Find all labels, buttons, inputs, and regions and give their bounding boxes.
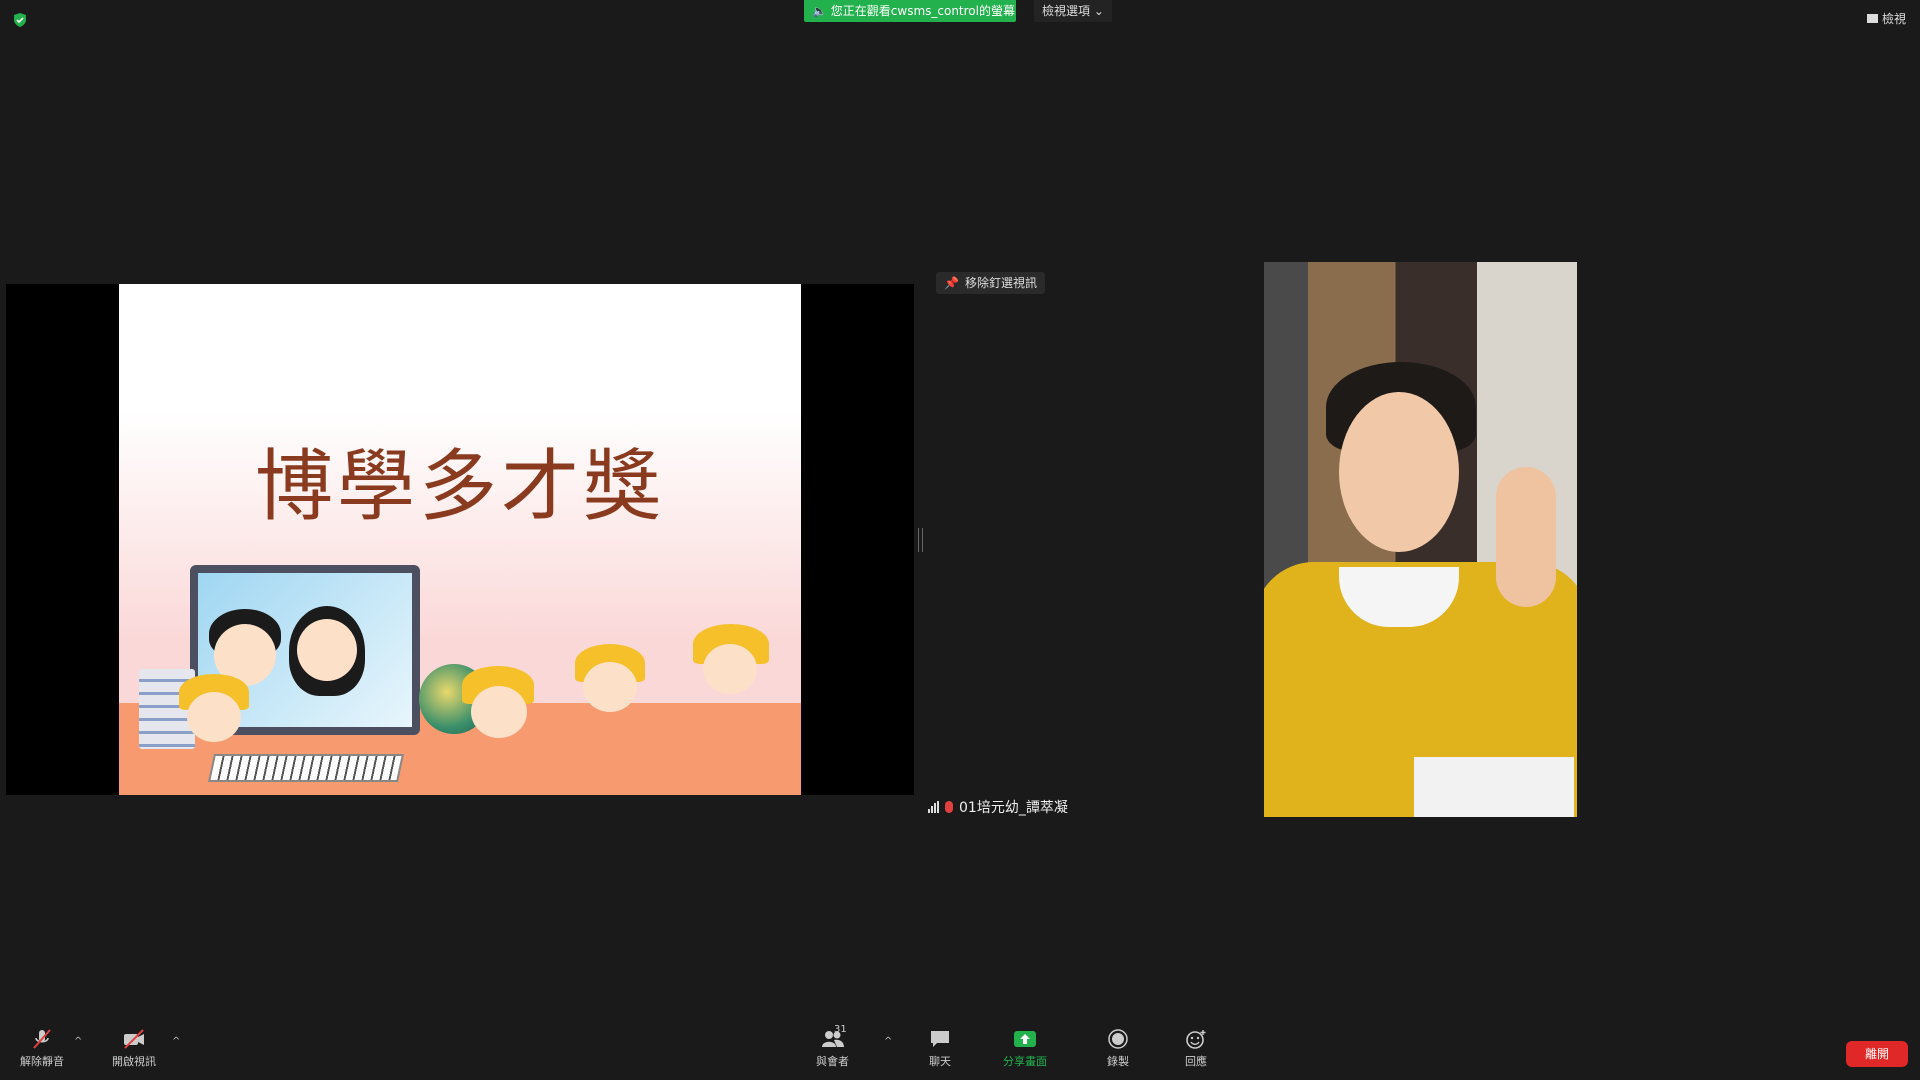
view-options-button[interactable]: 檢視選項 ⌄	[1034, 0, 1112, 22]
reaction-icon	[1186, 1030, 1206, 1049]
share-screen-button[interactable]: 分享畫面	[1003, 1028, 1047, 1069]
signal-icon	[928, 801, 939, 813]
video-options-chevron-icon[interactable]: ^	[172, 1036, 180, 1047]
participant-name-tag: 01培元幼_譚萃凝	[928, 796, 1068, 818]
chat-button[interactable]: 聊天	[928, 1028, 952, 1069]
video-person-hand	[1496, 467, 1556, 607]
video-off-icon	[124, 1029, 144, 1049]
girl-face-illustration	[297, 619, 357, 681]
participant-name: 01培元幼_譚萃凝	[959, 800, 1068, 816]
unmute-button[interactable]: 解除靜音	[20, 1028, 64, 1069]
view-button-label: 檢視	[1881, 12, 1906, 26]
kid3-face-illustration	[583, 662, 637, 712]
view-icon	[1866, 14, 1878, 23]
participant-video[interactable]	[1264, 262, 1577, 817]
shield-icon[interactable]	[12, 12, 28, 28]
reactions-label: 回應	[1185, 1055, 1207, 1068]
speaker-icon: 🔈	[812, 4, 827, 18]
participants-button[interactable]: 31 與會者	[816, 1024, 849, 1069]
share-screen-icon	[1014, 1031, 1036, 1047]
chat-label: 聊天	[929, 1055, 951, 1068]
video-table	[1414, 757, 1574, 817]
reactions-button[interactable]: 回應	[1184, 1028, 1208, 1069]
muted-mic-icon	[33, 1029, 51, 1049]
split-resize-handle[interactable]	[918, 528, 923, 552]
slide-title: 博學多才獎	[254, 442, 665, 532]
start-video-label: 開啟視訊	[112, 1055, 156, 1068]
participants-options-chevron-icon[interactable]: ^	[884, 1036, 892, 1047]
unpin-video-button[interactable]: 📌 移除釘選視訊	[936, 272, 1045, 294]
viewing-banner: 🔈 您正在觀看cwsms_control的螢幕	[804, 0, 1016, 22]
chat-icon	[931, 1031, 949, 1047]
share-screen-label: 分享畫面	[1003, 1055, 1047, 1068]
leave-meeting-button[interactable]: 離開	[1846, 1041, 1908, 1067]
top-bar: 🔈 您正在觀看cwsms_control的螢幕 檢視選項 ⌄ 檢視	[0, 0, 1920, 28]
unmute-label: 解除靜音	[20, 1055, 64, 1068]
unpin-label: 移除釘選視訊	[964, 276, 1037, 290]
kid1-face-illustration	[187, 692, 241, 742]
record-button[interactable]: 錄製	[1106, 1028, 1130, 1069]
video-person-face	[1339, 392, 1459, 552]
kid4-face-illustration	[703, 644, 757, 694]
shared-screen: 博學多才獎	[6, 284, 914, 795]
viewing-text: 您正在觀看cwsms_control的螢幕	[830, 4, 1015, 18]
record-icon	[1108, 1029, 1128, 1049]
presentation-slide: 博學多才獎	[119, 284, 801, 795]
pin-icon: 📌	[944, 276, 959, 290]
meeting-toolbar: 解除靜音 ^ 開啟視訊 ^ 31 與會者 ^ 聊天 分享畫面 錄製 回應	[0, 1020, 1920, 1080]
view-button[interactable]: 檢視	[1866, 10, 1906, 27]
start-video-button[interactable]: 開啟視訊	[112, 1028, 156, 1069]
kid2-face-illustration	[471, 686, 527, 738]
keyboard-illustration	[208, 754, 404, 782]
participants-label: 與會者	[816, 1055, 849, 1068]
record-label: 錄製	[1107, 1055, 1129, 1068]
audio-options-chevron-icon[interactable]: ^	[74, 1036, 82, 1047]
participants-count: 31	[834, 1024, 847, 1035]
muted-mic-icon	[945, 801, 953, 813]
